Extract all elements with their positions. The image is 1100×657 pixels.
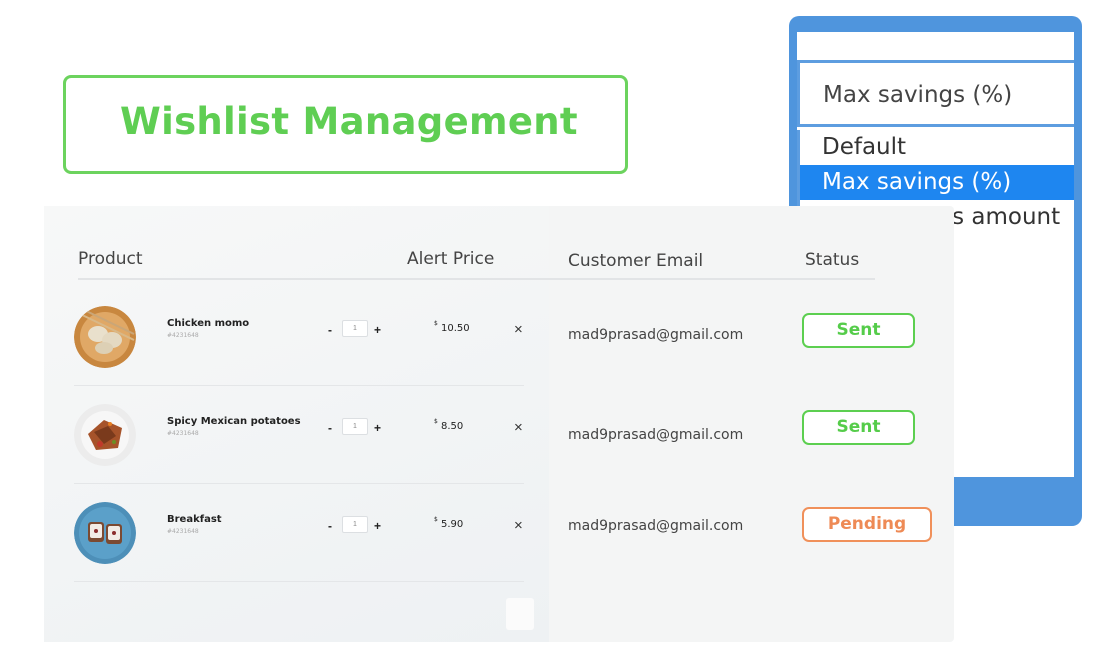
spicy-potatoes-image	[74, 404, 136, 466]
quantity-input[interactable]: 1	[342, 516, 368, 533]
column-header-product: Product	[78, 249, 143, 269]
status-badge: Sent	[802, 410, 915, 445]
table-row: Spicy Mexican potatoes #4231648 - 1 + $ …	[74, 396, 524, 494]
alert-price: $ 10.50	[434, 320, 470, 334]
sort-select-value: Max savings (%)	[823, 82, 1013, 108]
remove-item-button[interactable]: ×	[514, 321, 523, 338]
column-header-status: Status	[805, 250, 860, 270]
price-value: 8.50	[441, 421, 464, 432]
quantity-input[interactable]: 1	[342, 418, 368, 435]
remove-item-button[interactable]: ×	[514, 419, 523, 436]
row-divider	[74, 581, 524, 582]
chicken-momo-image	[74, 306, 136, 368]
currency-symbol: $	[434, 320, 438, 327]
breakfast-image	[74, 502, 136, 564]
qty-increment-button[interactable]: +	[374, 421, 381, 435]
product-sku: #4231648	[167, 332, 199, 339]
alert-price: $ 8.50	[434, 418, 464, 432]
row-divider	[74, 385, 524, 386]
product-sku: #4231648	[167, 430, 199, 437]
qty-increment-button[interactable]: +	[374, 323, 381, 337]
table-row: Breakfast #4231648 - 1 + $ 5.90 ×	[74, 494, 524, 592]
wishlist-table: Product Alert Price Customer Email Statu…	[44, 206, 954, 642]
customer-email: mad9prasad@gmail.com	[568, 327, 744, 343]
customer-email: mad9prasad@gmail.com	[568, 518, 744, 534]
currency-symbol: $	[434, 418, 438, 425]
qty-increment-button[interactable]: +	[374, 519, 381, 533]
product-name[interactable]: Breakfast	[167, 514, 222, 525]
column-header-alert-price: Alert Price	[407, 249, 495, 269]
sort-option-max-savings-percent[interactable]: Max savings (%)	[800, 165, 1074, 200]
price-value: 5.90	[441, 519, 464, 530]
product-sku: #4231648	[167, 528, 199, 535]
qty-decrement-button[interactable]: -	[328, 519, 332, 533]
header-divider	[78, 278, 875, 280]
product-name[interactable]: Spicy Mexican potatoes	[167, 416, 301, 427]
row-divider	[74, 483, 524, 484]
alert-price: $ 5.90	[434, 516, 464, 530]
title-box: Wishlist Management	[63, 75, 628, 174]
column-header-customer-email: Customer Email	[568, 251, 704, 271]
sort-option-default[interactable]: Default	[800, 130, 1074, 165]
remove-item-button[interactable]: ×	[514, 517, 523, 534]
qty-decrement-button[interactable]: -	[328, 323, 332, 337]
customer-email: mad9prasad@gmail.com	[568, 427, 744, 443]
page-title: Wishlist Management	[120, 100, 578, 143]
status-badge: Pending	[802, 507, 932, 542]
table-row: Chicken momo #4231648 - 1 + $ 10.50 ×	[74, 298, 524, 396]
sort-select[interactable]: Max savings (%)	[797, 60, 1074, 127]
currency-symbol: $	[434, 516, 438, 523]
price-value: 10.50	[441, 323, 470, 334]
quantity-input[interactable]: 1	[342, 320, 368, 337]
qty-decrement-button[interactable]: -	[328, 421, 332, 435]
product-name[interactable]: Chicken momo	[167, 318, 249, 329]
placeholder-block	[506, 598, 534, 630]
status-badge: Sent	[802, 313, 915, 348]
